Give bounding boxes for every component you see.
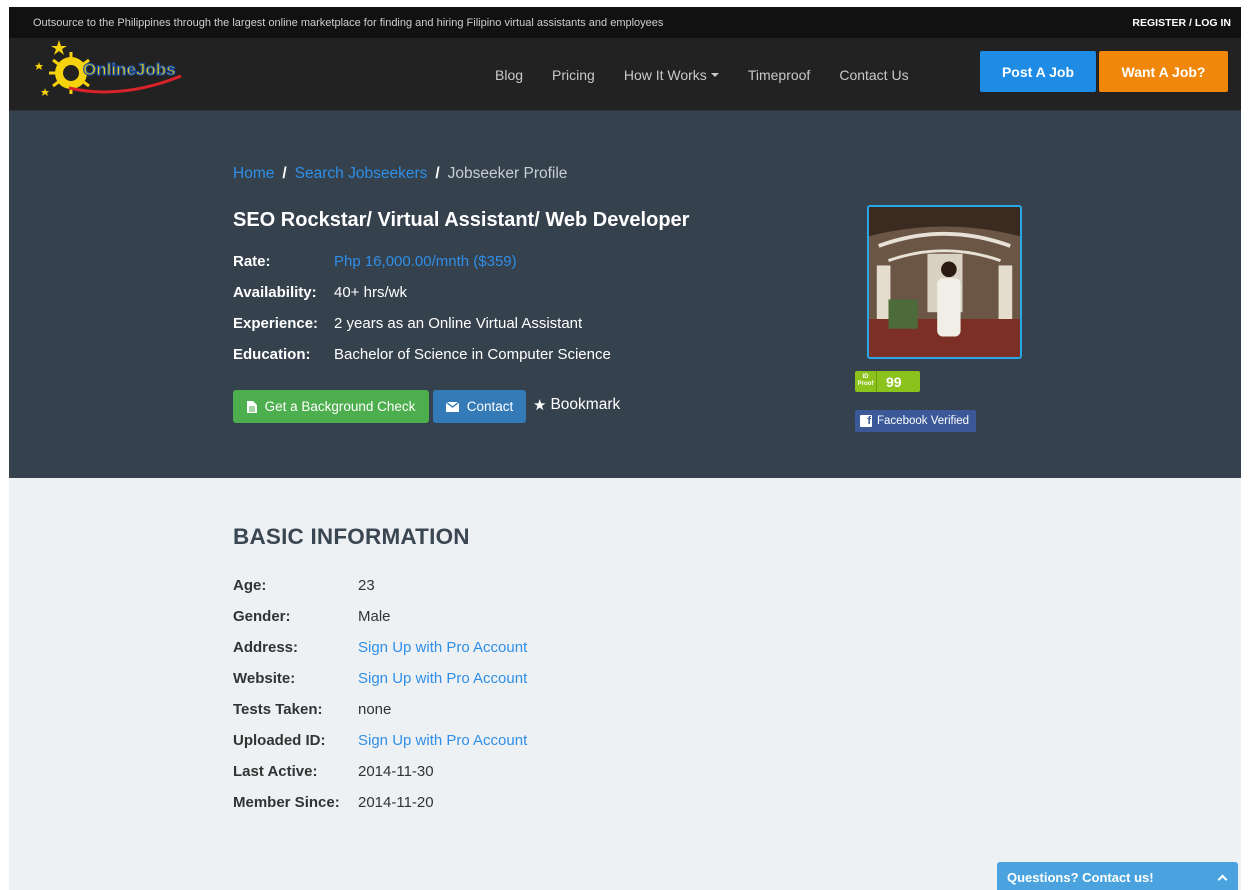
- info-label: Gender:: [233, 608, 291, 625]
- education-row: Education: Bachelor of Science in Comput…: [233, 346, 611, 363]
- background-check-button[interactable]: Get a Background Check: [233, 390, 429, 423]
- facebook-icon: f: [860, 415, 872, 427]
- breadcrumb-search-jobseekers[interactable]: Search Jobseekers: [295, 165, 428, 182]
- experience-row: Experience: 2 years as an Online Virtual…: [233, 315, 582, 332]
- facebook-verified-badge: f Facebook Verified: [855, 410, 976, 432]
- nav-how-it-works[interactable]: How It Works: [624, 67, 719, 83]
- info-value: 2014-11-30: [358, 763, 434, 780]
- info-label: Last Active:: [233, 763, 318, 780]
- page-frame: Outsource to the Philippines through the…: [9, 7, 1241, 890]
- info-row-website: Website: Sign Up with Pro Account: [233, 670, 527, 687]
- info-label: Uploaded ID:: [233, 732, 326, 749]
- pro-account-link[interactable]: Sign Up with Pro Account: [358, 670, 527, 687]
- info-row-age: Age: 23: [233, 577, 375, 594]
- nav-links: Blog Pricing How It Works Timeproof Cont…: [495, 38, 938, 111]
- experience-label: Experience:: [233, 315, 319, 332]
- register-login-link[interactable]: REGISTER / LOG IN: [1132, 17, 1231, 29]
- bookmark-button[interactable]: ★ Bookmark: [533, 396, 620, 414]
- chat-widget[interactable]: Questions? Contact us!: [997, 862, 1238, 890]
- nav-contact-us[interactable]: Contact Us: [839, 67, 908, 83]
- info-row-uploaded-id: Uploaded ID: Sign Up with Pro Account: [233, 732, 527, 749]
- breadcrumb-separator: /: [282, 165, 287, 182]
- document-icon: [246, 400, 257, 413]
- availability-row: Availability: 40+ hrs/wk: [233, 284, 407, 301]
- info-value: 23: [358, 577, 375, 594]
- info-row-address: Address: Sign Up with Pro Account: [233, 639, 527, 656]
- rate-row: Rate: Php 16,000.00/mnth ($359): [233, 253, 517, 270]
- id-proof-badge: ID Proof 99: [855, 371, 920, 392]
- profile-hero: Home / Search Jobseekers / Jobseeker Profile…: [9, 111, 1241, 478]
- logo-wordmark: OnlineJobs: [83, 60, 176, 79]
- breadcrumb-home[interactable]: Home: [233, 165, 274, 182]
- id-proof-label: ID Proof: [855, 371, 877, 392]
- rate-value[interactable]: Php 16,000.00/mnth ($359): [334, 253, 517, 270]
- chevron-up-icon: [1217, 874, 1228, 884]
- info-value: 2014-11-20: [358, 794, 434, 811]
- contact-label: Contact: [466, 399, 514, 414]
- profile-title: SEO Rockstar/ Virtual Assistant/ Web Dev…: [233, 209, 690, 231]
- star-icon: ★: [533, 397, 547, 414]
- id-proof-score: 99: [886, 373, 902, 390]
- availability-value: 40+ hrs/wk: [334, 284, 407, 301]
- breadcrumb-current: Jobseeker Profile: [447, 165, 568, 182]
- info-row-member-since: Member Since: 2014-11-20: [233, 794, 434, 811]
- pro-account-link[interactable]: Sign Up with Pro Account: [358, 639, 527, 656]
- breadcrumb: Home / Search Jobseekers / Jobseeker Profile: [233, 165, 567, 183]
- info-row-tests: Tests Taken: none: [233, 701, 391, 718]
- want-a-job-button[interactable]: Want A Job?: [1099, 51, 1228, 92]
- experience-value: 2 years as an Online Virtual Assistant: [334, 315, 583, 332]
- rate-label: Rate:: [233, 253, 271, 270]
- education-value: Bachelor of Science in Computer Science: [334, 346, 611, 363]
- navbar: OnlineJobs Blog Pricing How It Works Tim…: [9, 38, 1241, 111]
- tagline: Outsource to the Philippines through the…: [33, 16, 664, 29]
- background-check-label: Get a Background Check: [264, 399, 416, 414]
- post-a-job-button[interactable]: Post A Job: [980, 51, 1096, 92]
- pro-account-link[interactable]: Sign Up with Pro Account: [358, 732, 527, 749]
- info-label: Tests Taken:: [233, 701, 323, 718]
- availability-label: Availability:: [233, 284, 317, 301]
- nav-pricing[interactable]: Pricing: [552, 67, 595, 83]
- education-label: Education:: [233, 346, 311, 363]
- info-label: Member Since:: [233, 794, 340, 811]
- info-value: Male: [358, 608, 391, 625]
- nav-how-it-works-label: How It Works: [623, 66, 707, 83]
- info-label: Address:: [233, 639, 299, 656]
- caret-down-icon: [710, 72, 719, 77]
- contact-button[interactable]: Contact: [433, 390, 526, 423]
- top-bar: Outsource to the Philippines through the…: [9, 7, 1241, 38]
- facebook-verified-label: Facebook Verified: [877, 415, 970, 427]
- bookmark-label: Bookmark: [550, 396, 621, 413]
- info-row-last-active: Last Active: 2014-11-30: [233, 763, 434, 780]
- info-value: none: [358, 701, 392, 718]
- info-label: Age:: [233, 577, 267, 594]
- info-row-gender: Gender: Male: [233, 608, 391, 625]
- nav-blog[interactable]: Blog: [495, 67, 523, 83]
- profile-photo: [867, 205, 1022, 359]
- nav-timeproof[interactable]: Timeproof: [748, 67, 811, 83]
- envelope-icon: [445, 401, 459, 412]
- basic-information-heading: BASIC INFORMATION: [233, 524, 470, 549]
- onlinejobs-logo[interactable]: OnlineJobs: [31, 38, 191, 111]
- chat-label: Questions? Contact us!: [1007, 869, 1154, 885]
- breadcrumb-separator: /: [435, 165, 440, 182]
- info-label: Website:: [233, 670, 296, 687]
